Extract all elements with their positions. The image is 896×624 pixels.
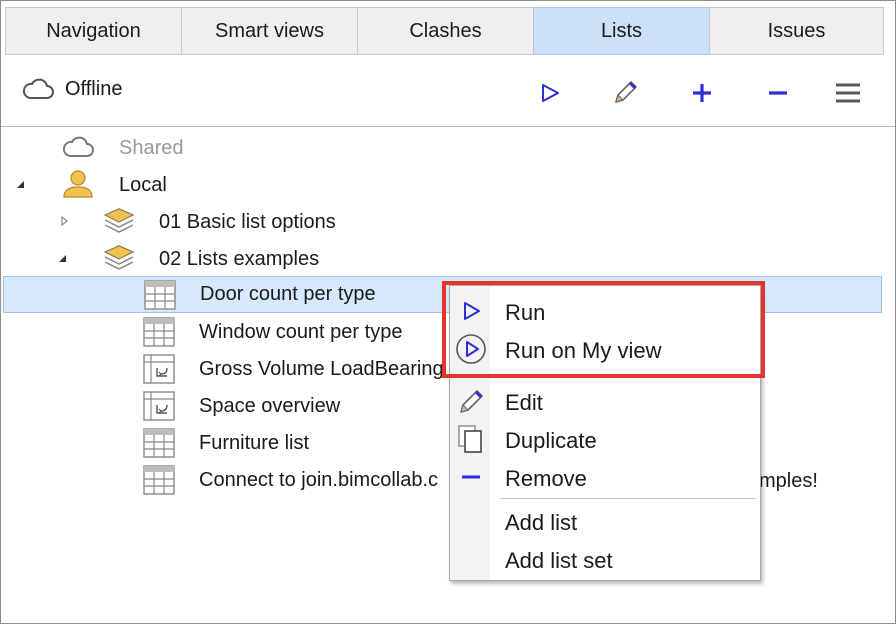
menu-separator [500,375,756,376]
tree-node-list-set[interactable]: 02 Lists examples [1,241,895,278]
duplicate-icon [454,423,488,455]
expanded-arrow-icon[interactable] [17,181,25,189]
menu-item-label: Duplicate [505,428,597,453]
expanded-arrow-icon[interactable] [59,255,67,263]
plus-icon [693,84,711,102]
play-icon [454,295,488,327]
run-button[interactable] [534,77,566,109]
minus-icon [454,461,488,493]
edit-button[interactable] [609,77,641,109]
tree-node-label: Window count per type [199,321,403,343]
table-icon [143,465,175,495]
menu-item-label: Remove [505,466,587,491]
menu-item-label: Run [505,300,546,325]
pencil-icon [454,385,488,417]
menu-item-label: Edit [505,390,543,415]
tree-node-label: Gross Volume LoadBearing [199,358,444,380]
minus-icon [769,91,787,95]
add-button[interactable] [686,77,718,109]
tab-navigation[interactable]: Navigation [5,7,181,55]
toolbar: Offline [1,63,895,121]
divider [1,126,895,127]
menu-item-duplicate[interactable]: Duplicate [450,420,760,458]
link-table-icon [143,354,175,384]
cloud-icon [22,78,54,99]
table-icon [143,317,175,347]
tree-node-list-set[interactable]: 01 Basic list options [1,204,895,241]
menu-item-remove[interactable]: Remove [450,458,760,496]
menu-item-add-list[interactable]: Add list [450,502,760,540]
tree-node-label: Furniture list [199,432,310,454]
tree-node-label-tail: mples! [759,470,818,492]
tab-lists[interactable]: Lists [533,7,709,55]
tree-node-local[interactable]: Local [1,167,895,204]
link-table-icon [143,391,175,421]
menu-item-label: Run on My view [505,338,662,363]
tree-node-shared[interactable]: Shared [1,130,895,167]
tab-label: Clashes [409,19,482,42]
table-icon [143,428,175,458]
tab-label: Lists [600,19,643,42]
menu-item-run-on-my-view[interactable]: Run on My view [450,330,760,368]
menu-item-label: Add list [505,510,578,535]
tab-clashes[interactable]: Clashes [357,7,533,55]
tree-node-label: Local [119,174,167,196]
tab-issues[interactable]: Issues [709,7,884,55]
tree-node-label: Connect to join.bimcollab.c [199,469,439,491]
tab-label: Smart views [215,19,324,42]
menu-item-run[interactable]: Run [450,292,760,330]
pencil-icon [615,81,637,103]
status-label: Offline [65,77,123,100]
play-circle-icon [454,333,488,365]
tab-bar: Navigation Smart views Clashes Lists Iss… [5,7,884,55]
tree-node-label: Shared [119,137,184,159]
collapsed-arrow-icon[interactable] [61,216,69,226]
tree-node-label: Door count per type [200,283,376,305]
tree-node-label: Space overview [199,395,341,417]
tree-node-label: 02 Lists examples [159,248,320,270]
menu-separator [500,498,756,499]
layers-icon [103,245,135,270]
cloud-icon [62,136,94,157]
menu-item-edit[interactable]: Edit [450,382,760,420]
play-icon [542,84,559,102]
tab-label: Navigation [46,19,141,42]
connection-status: Offline [21,77,122,101]
table-icon [144,280,176,310]
context-menu: Run Run on My view Edit Duplicate Remove… [449,285,761,581]
menu-item-label: Add list set [505,548,613,573]
lists-panel: Navigation Smart views Clashes Lists Iss… [0,0,896,624]
tab-label: Issues [767,19,826,42]
user-icon [63,170,93,198]
hamburger-icon [836,83,860,103]
layers-icon [103,208,135,233]
remove-button[interactable] [762,77,794,109]
tab-smart-views[interactable]: Smart views [181,7,357,55]
more-menu-button[interactable] [832,77,864,109]
menu-item-add-list-set[interactable]: Add list set [450,540,760,578]
tree-node-label: 01 Basic list options [159,211,336,233]
